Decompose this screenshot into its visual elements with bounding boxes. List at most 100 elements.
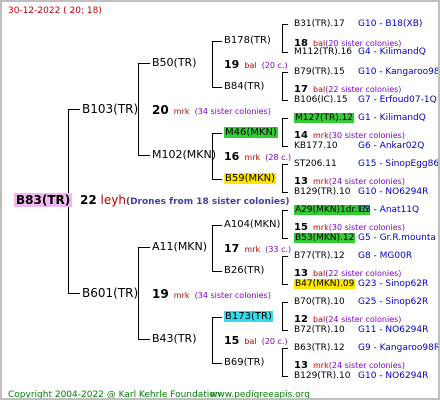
- root-desc: (Drones from 18 sister colonies): [125, 197, 290, 207]
- gen4-code: G11 - NO6294R: [358, 325, 429, 335]
- gen2-desc: (20 c.): [261, 61, 288, 70]
- gen4-name[interactable]: B47(MKN).09: [294, 277, 356, 291]
- gen2-mating: 16 mrk (28 c.): [224, 148, 291, 165]
- gen2-abbr: bal: [244, 337, 257, 346]
- gen4-name[interactable]: B77(TR).12: [294, 249, 345, 263]
- gen4-name[interactable]: B129(TR).10: [294, 369, 350, 383]
- connector-line: [212, 317, 222, 318]
- gen4-name[interactable]: ST206.11: [294, 157, 337, 171]
- gen4-code: G6 - Ankar02Q: [358, 141, 425, 151]
- root-mating-info: 22 leyh(Drones from 18 sister colonies): [80, 193, 290, 209]
- gen1-num: 19: [152, 287, 169, 301]
- gen4-code: G10 - Kangaroo98R: [358, 67, 440, 77]
- gen4-name[interactable]: B63(TR).12: [294, 341, 345, 355]
- connector-line: [282, 24, 288, 25]
- connector-line: [212, 225, 222, 226]
- gen4-name[interactable]: B106(IC).15: [294, 93, 348, 107]
- gen1-desc: (34 sister colonies): [194, 291, 271, 300]
- gen2-desc: (33 c.): [265, 245, 292, 254]
- connector-line: [282, 210, 283, 238]
- gen2-label[interactable]: M102(MKN): [152, 148, 216, 162]
- gen4-highlight: B47(MKN).09: [294, 279, 356, 289]
- gen3-label[interactable]: M46(MKN): [224, 126, 278, 140]
- root-queen[interactable]: B83(TR): [14, 193, 73, 207]
- gen4-code: G10 - NO6294R: [358, 187, 429, 197]
- gen3-label[interactable]: B178(TR): [224, 34, 271, 48]
- connector-line: [282, 52, 288, 53]
- connector-line: [282, 100, 288, 101]
- connector-line: [138, 63, 150, 64]
- gen1-desc: (34 sister colonies): [194, 107, 271, 116]
- connector-line: [212, 225, 213, 271]
- gen3-highlight: M46(MKN): [224, 127, 278, 138]
- connector-line: [282, 210, 288, 211]
- connector-line: [282, 348, 283, 376]
- gen4-name[interactable]: M127(TR).12: [294, 111, 355, 125]
- connector-line: [212, 363, 222, 364]
- gen3-label[interactable]: B26(TR): [224, 264, 264, 278]
- gen2-abbr: mrk: [244, 153, 261, 162]
- connector-line: [282, 118, 288, 119]
- gen4-code: G8 - MG00R: [358, 251, 413, 261]
- gen4-name[interactable]: B31(TR).17: [294, 17, 345, 31]
- connector-line: [282, 24, 283, 52]
- gen2-label[interactable]: B43(TR): [152, 332, 197, 346]
- gen4-code: G10 - NO6294R: [358, 371, 429, 381]
- connector-line: [212, 41, 213, 87]
- connector-line: [282, 72, 283, 100]
- gen4-name[interactable]: B70(TR).10: [294, 295, 345, 309]
- gen4-name[interactable]: B79(TR).15: [294, 65, 345, 79]
- gen3-label[interactable]: B173(TR): [224, 310, 273, 324]
- gen4-highlight: M127(TR).12: [294, 113, 355, 123]
- date-stamp: 30-12-2022 ( 20: 18): [8, 6, 102, 16]
- gen4-code: G9 - Kangaroo98R: [358, 343, 440, 353]
- gen4-code: G25 - Sinop62R: [358, 297, 429, 307]
- root-num: 22: [80, 193, 97, 207]
- connector-line: [282, 302, 283, 330]
- gen1-abbr: mrk: [173, 291, 190, 300]
- gen3-label[interactable]: B59(MKN): [224, 172, 277, 186]
- gen4-code: G5 - Gr.R.mounta: [358, 233, 436, 243]
- gen4-name[interactable]: M112(TR).16: [294, 45, 352, 59]
- gen2-num: 16: [224, 150, 240, 163]
- gen2-abbr: mrk: [244, 245, 261, 254]
- gen4-name[interactable]: B72(TR).10: [294, 323, 345, 337]
- gen4-code: G10 - B18(XB): [358, 19, 423, 29]
- gen2-mating: 15 bal (20 c.): [224, 332, 288, 349]
- connector-line: [282, 302, 288, 303]
- gen3-label[interactable]: A104(MKN): [224, 218, 280, 232]
- gen4-code: G3 - Anat11Q: [358, 205, 420, 215]
- gen2-label[interactable]: B50(TR): [152, 56, 197, 70]
- connector-line: [212, 179, 222, 180]
- pedigree-frame: 30-12-2022 ( 20: 18) B83(TR) 22 leyh(Dro…: [0, 0, 440, 400]
- connector-line: [282, 256, 283, 284]
- gen3-label[interactable]: B69(TR): [224, 356, 264, 370]
- connector-line: [282, 376, 288, 377]
- gen4-name[interactable]: B53(MKN).12: [294, 231, 356, 245]
- gen3-highlight: B173(TR): [224, 311, 273, 322]
- gen4-name[interactable]: B129(TR).10: [294, 185, 350, 199]
- connector-line: [68, 293, 80, 294]
- gen1-label[interactable]: B601(TR): [82, 286, 138, 300]
- connector-line: [282, 118, 283, 146]
- connector-line: [282, 330, 288, 331]
- gen4-code: G1 - KilimandQ: [358, 113, 426, 123]
- connector-line: [138, 247, 150, 248]
- gen2-desc: (20 c.): [261, 337, 288, 346]
- connector-line: [212, 133, 222, 134]
- connector-line: [282, 146, 288, 147]
- gen1-mating: 20 mrk (34 sister colonies): [152, 102, 271, 119]
- gen1-mating: 19 mrk (34 sister colonies): [152, 286, 271, 303]
- gen3-label[interactable]: B84(TR): [224, 80, 264, 94]
- connector-line: [138, 339, 150, 340]
- gen1-label[interactable]: B103(TR): [82, 102, 138, 116]
- gen2-label[interactable]: A11(MKN): [152, 240, 207, 254]
- gen4-code: G15 - SinopEgg86R: [358, 159, 440, 169]
- footer-site-link[interactable]: www.pedigreeapis.org: [210, 388, 310, 398]
- footer-copyright: Copyright 2004-2022 @ Karl Kehrle Founda…: [8, 390, 221, 400]
- connector-line: [212, 271, 222, 272]
- connector-line: [212, 41, 222, 42]
- gen2-mating: 17 mrk (33 c.): [224, 240, 291, 257]
- gen1-num: 20: [152, 103, 169, 117]
- gen4-name[interactable]: KB177.10: [294, 139, 338, 153]
